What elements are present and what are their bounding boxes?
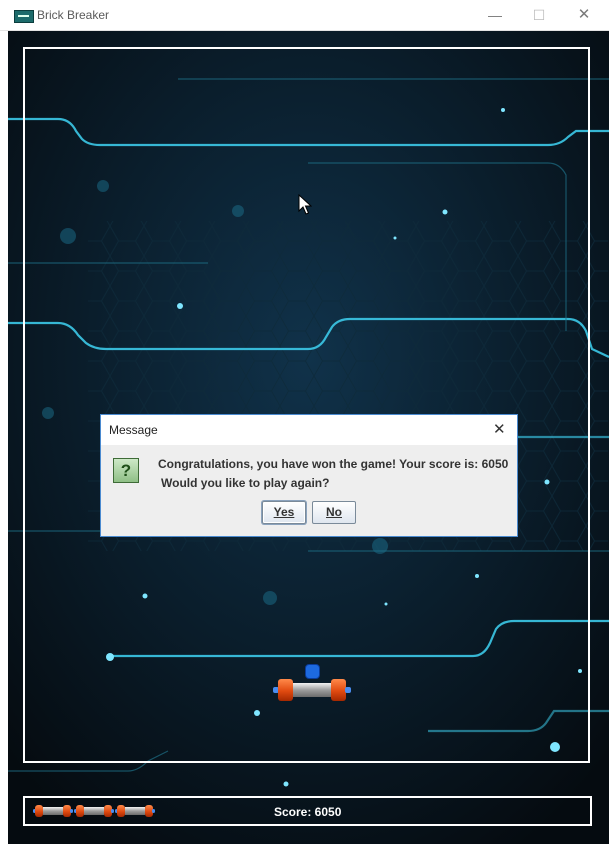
score-label: Score: 6050 <box>274 805 342 819</box>
lives-indicator <box>33 804 156 818</box>
yes-button-label: Yes <box>273 505 295 519</box>
window-titlebar: Brick Breaker — ☐ ✕ <box>0 0 609 31</box>
close-button[interactable]: ✕ <box>571 5 597 25</box>
dialog-close-button[interactable]: ✕ <box>493 420 506 438</box>
dialog-message-line2: Would you like to play again? <box>161 476 330 490</box>
no-button[interactable]: No <box>312 501 356 524</box>
yes-button[interactable]: Yes <box>262 501 306 524</box>
life-paddle-icon <box>33 805 73 817</box>
life-paddle-icon <box>74 805 114 817</box>
dialog-message-line1: Congratulations, you have won the game! … <box>158 457 509 471</box>
window-title: Brick Breaker <box>37 8 110 22</box>
maximize-button[interactable]: ☐ <box>526 5 552 25</box>
status-bar: Score: 6050 <box>23 796 592 826</box>
minimize-button[interactable]: — <box>482 5 508 25</box>
app-icon <box>14 10 34 23</box>
no-button-label: No <box>326 505 342 519</box>
question-icon: ? <box>113 458 139 483</box>
player-paddle[interactable] <box>273 679 351 701</box>
dialog-title: Message <box>109 423 158 437</box>
ball <box>305 664 320 679</box>
life-paddle-icon <box>115 805 155 817</box>
message-dialog: Message ✕ ? Congratulations, you have wo… <box>100 414 518 537</box>
dialog-titlebar: Message ✕ <box>101 415 517 445</box>
mouse-cursor-icon <box>298 194 312 215</box>
play-field-border <box>23 47 590 763</box>
